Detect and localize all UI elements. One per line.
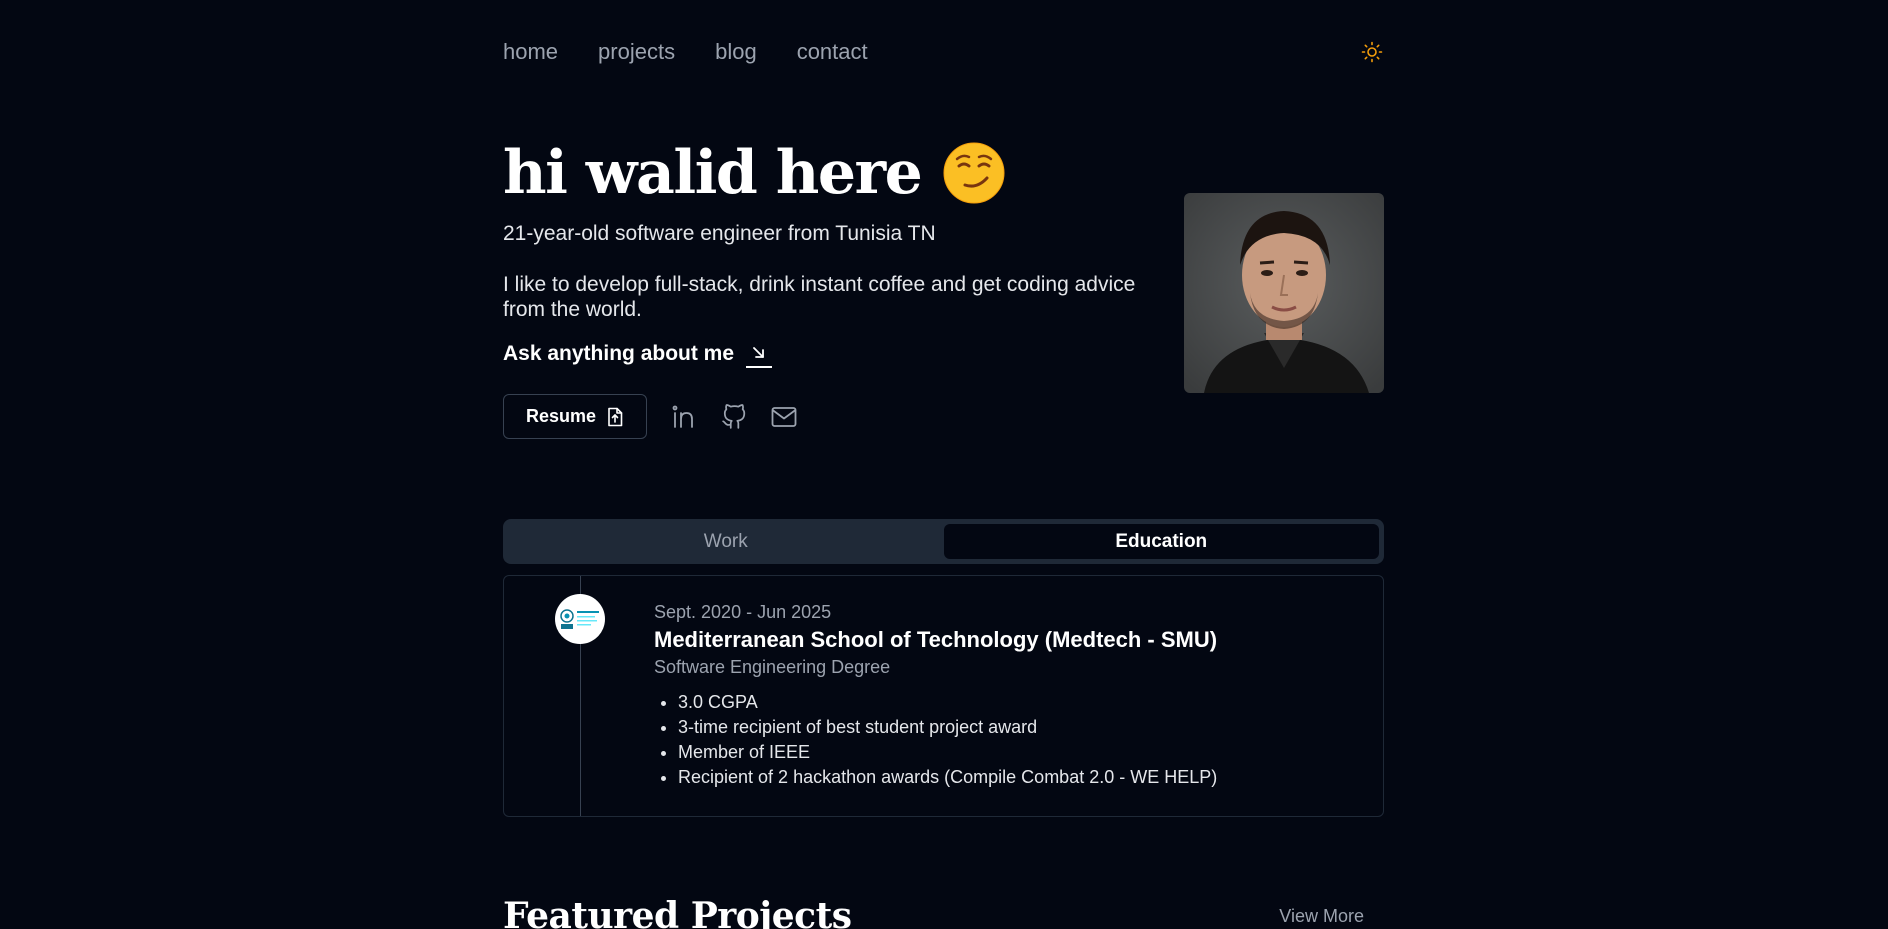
hero-title-text: hi walid here [503, 138, 923, 208]
school-logo [555, 594, 605, 644]
education-bullets: 3.0 CGPA 3-time recipient of best studen… [654, 690, 1363, 790]
mail-icon[interactable] [771, 404, 797, 430]
education-date: Sept. 2020 - Jun 2025 [654, 602, 832, 622]
top-nav: home projects blog contact [503, 36, 1384, 68]
hero-bio: I like to develop full-stack, drink inst… [503, 273, 1136, 321]
arrow-down-right-icon [746, 340, 773, 368]
education-degree: Software Engineering Degree [654, 657, 891, 677]
hero-title: hi walid here [503, 138, 1005, 208]
education-card: Sept. 2020 - Jun 2025 Mediterranean Scho… [503, 575, 1384, 817]
avatar [1184, 193, 1384, 393]
nav-home[interactable]: home [503, 39, 558, 65]
resume-button[interactable]: Resume [503, 394, 647, 439]
tab-work[interactable]: Work [508, 524, 944, 559]
list-item: 3-time recipient of best student project… [678, 715, 1363, 740]
tab-education[interactable]: Education [943, 524, 1379, 559]
github-icon[interactable] [721, 403, 747, 430]
list-item: Member of IEEE [678, 740, 1363, 765]
ask-about-me-link[interactable]: Ask anything about me [503, 340, 773, 368]
education-entry: Sept. 2020 - Jun 2025 Mediterranean Scho… [654, 602, 1363, 790]
view-more-link[interactable]: View More [1279, 906, 1364, 927]
resume-label: Resume [525, 406, 597, 426]
smirking-face-emoji-icon [943, 142, 1005, 204]
education-school: Mediterranean School of Technology (Medt… [654, 627, 1218, 652]
featured-projects-heading: Featured Projects [503, 895, 852, 929]
hero-subtitle: 21-year-old software engineer from Tunis… [503, 222, 936, 245]
list-item: 3.0 CGPA [678, 690, 1363, 715]
hero-actions: Resume [503, 394, 797, 439]
linkedin-icon[interactable] [671, 404, 697, 430]
ask-label: Ask anything about me [503, 342, 735, 365]
list-item: Recipient of 2 hackathon awards (Compile… [678, 765, 1363, 790]
portfolio-page: home projects blog contact hi walid here… [0, 0, 1888, 929]
sun-icon[interactable] [1360, 40, 1384, 64]
nav-blog[interactable]: blog [715, 39, 757, 65]
file-download-icon [608, 407, 623, 426]
nav-contact[interactable]: contact [797, 39, 868, 65]
nav-projects[interactable]: projects [598, 39, 675, 65]
experience-tabs: Work Education [503, 519, 1384, 564]
